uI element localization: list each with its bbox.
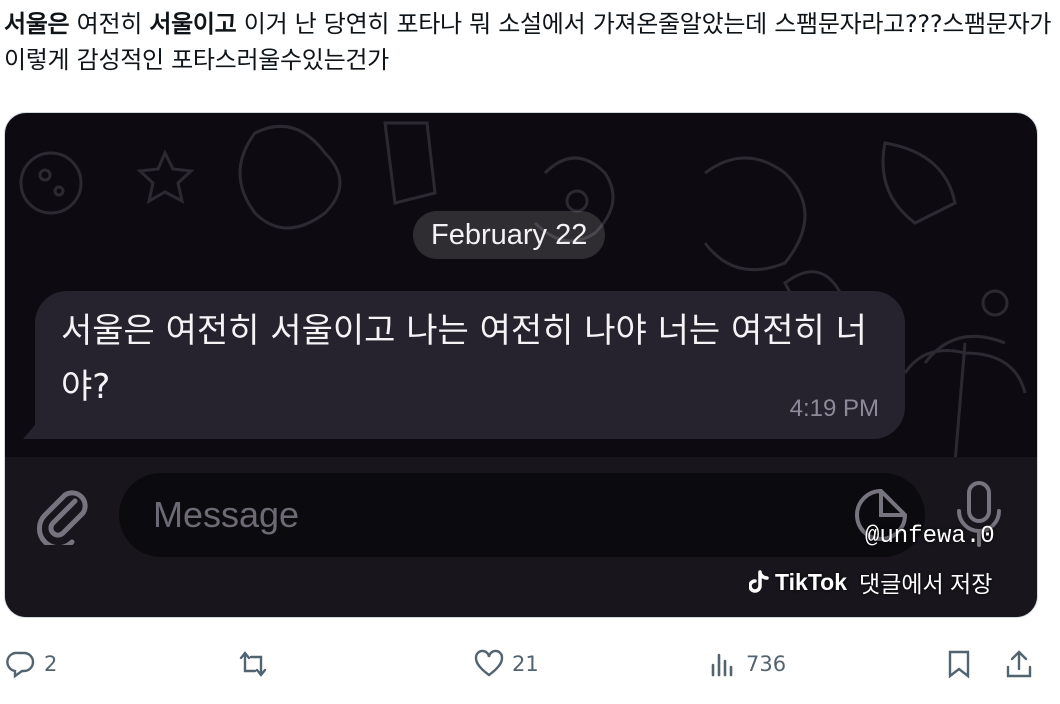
tweet-bold-2: 서울이고 bbox=[149, 10, 237, 38]
tiktok-logo-icon bbox=[749, 570, 769, 593]
retweet-button[interactable] bbox=[238, 640, 276, 688]
heart-icon bbox=[474, 649, 504, 677]
paperclip-icon bbox=[36, 490, 88, 545]
reply-icon bbox=[6, 651, 35, 679]
message-text: 서울은 여전히 서울이고 나는 여전히 나야 너는 여전히 너야? bbox=[61, 311, 867, 407]
like-button[interactable]: 21 bbox=[474, 640, 539, 688]
message-timestamp: 4:19 PM bbox=[789, 395, 879, 422]
message-bubble: 서울은 여전히 서울이고 나는 여전히 나야 너는 여전히 너야? 4:19 P… bbox=[35, 291, 905, 439]
bookmark-icon bbox=[948, 650, 970, 679]
tweet-action-bar: 2 21 736 bbox=[0, 640, 1060, 688]
retweet-icon bbox=[239, 651, 267, 677]
tiktok-watermark: TikTok 댓글에서 저장 bbox=[749, 565, 992, 599]
tiktok-caption: 댓글에서 저장 bbox=[859, 571, 993, 597]
date-separator-pill: February 22 bbox=[413, 211, 606, 259]
share-button[interactable] bbox=[1004, 640, 1034, 688]
share-icon bbox=[1006, 650, 1032, 678]
tiktok-username-watermark: @unfewa.0 bbox=[865, 523, 995, 550]
tweet-text: 서울은 여전히 서울이고 이거 난 당연히 포타나 뭐 소설에서 가져온줄알았는… bbox=[4, 6, 1054, 78]
message-placeholder: Message bbox=[153, 494, 300, 535]
tweet-bold-1: 서울은 bbox=[4, 10, 70, 38]
tiktok-brand-label: TikTok bbox=[775, 568, 847, 595]
reply-count: 2 bbox=[44, 652, 58, 676]
bookmark-button[interactable] bbox=[944, 640, 974, 688]
views-count: 736 bbox=[746, 652, 787, 676]
tweet-media-image[interactable]: February 22 서울은 여전히 서울이고 나는 여전히 나야 너는 여전… bbox=[4, 112, 1038, 618]
like-count: 21 bbox=[512, 652, 539, 676]
tweet-text-1: 여전히 bbox=[69, 10, 150, 38]
views-chart-icon bbox=[711, 653, 733, 677]
views-button[interactable]: 736 bbox=[708, 640, 786, 688]
reply-button[interactable]: 2 bbox=[6, 640, 57, 688]
message-input-field: Message bbox=[119, 473, 925, 557]
